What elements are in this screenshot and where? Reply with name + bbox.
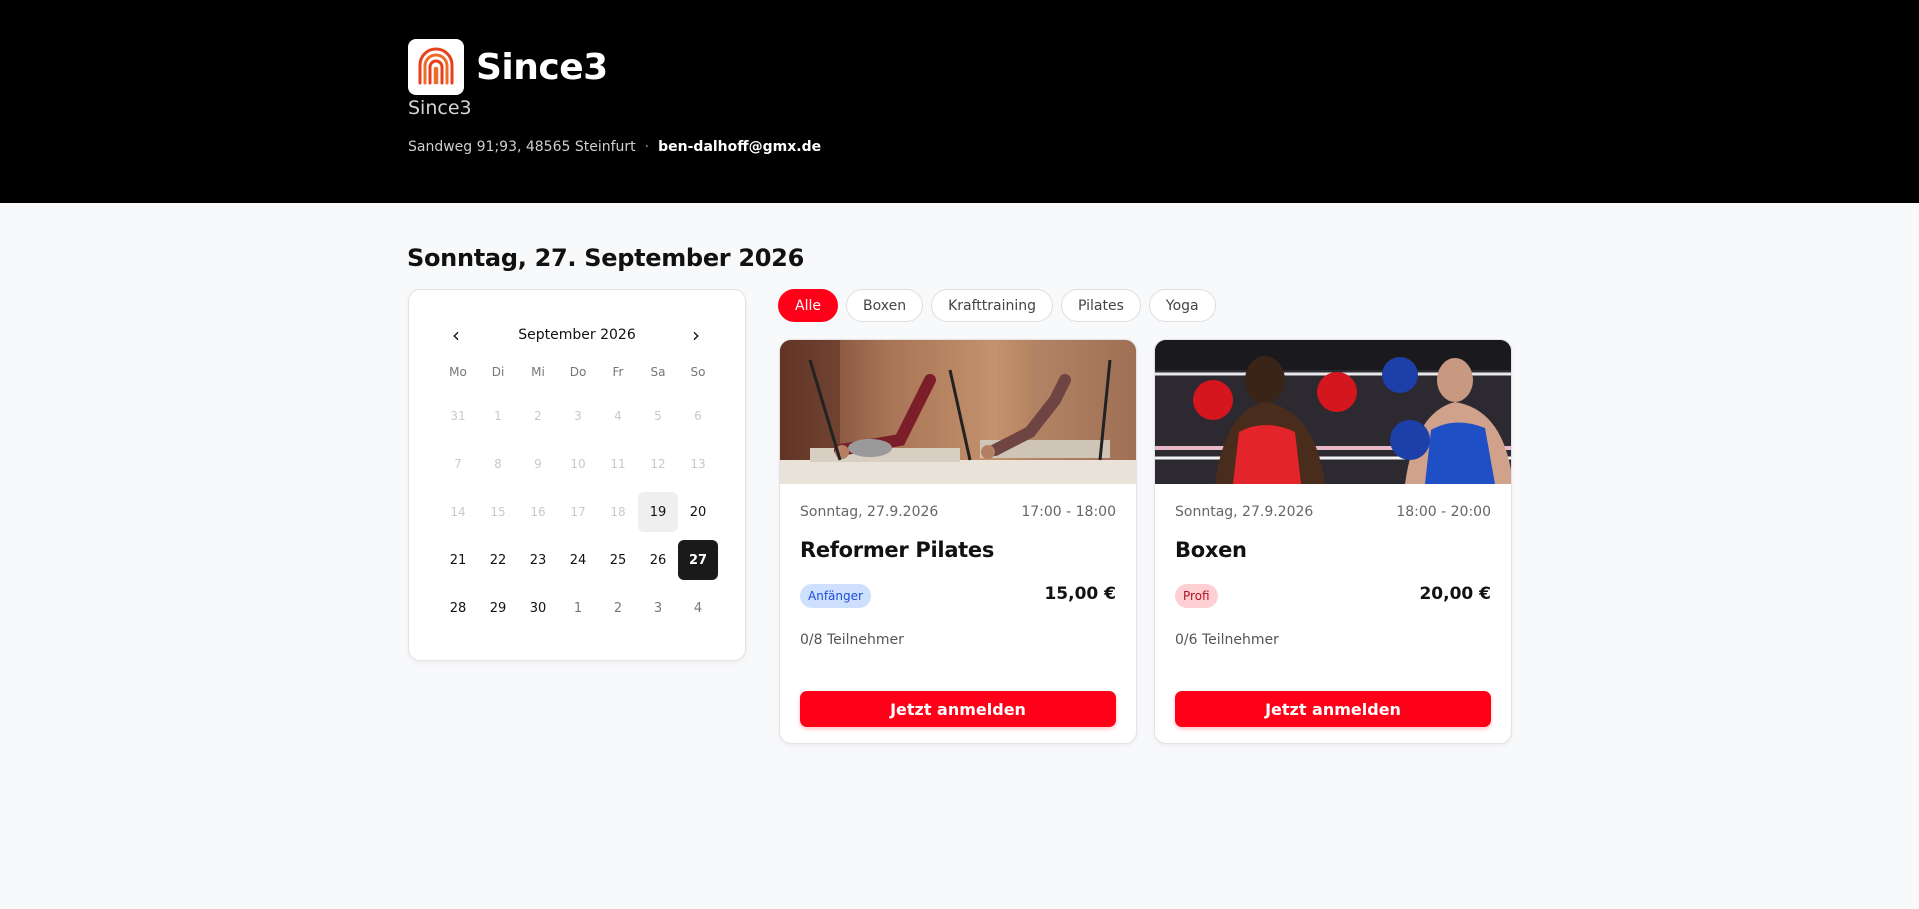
studio-contact: Sandweg 91;93, 48565 Steinfurt · ben-dal…	[408, 139, 821, 155]
pilates-class-photo	[780, 340, 1136, 484]
calendar-week-row: 31 1 2 3 4 5 6	[438, 392, 718, 440]
filter-chip-yoga[interactable]: Yoga	[1148, 289, 1216, 322]
studio-email-link[interactable]: ben-dalhoff@gmx.de	[658, 139, 821, 155]
calendar-day-disabled: 10	[570, 457, 586, 471]
calendar-day[interactable]: 24	[558, 540, 598, 580]
calendar-day-disabled: 7	[454, 457, 462, 471]
studio-subtitle: Since3	[408, 97, 472, 119]
course-time: 18:00 - 20:00	[1396, 504, 1491, 520]
calendar-day[interactable]: 26	[638, 540, 678, 580]
course-price: 20,00 €	[1419, 584, 1491, 604]
calendar-day-disabled: 11	[610, 457, 626, 471]
weekday-label: So	[690, 365, 706, 379]
weekday-label: Mo	[449, 365, 467, 379]
calendar-day[interactable]: 21	[438, 540, 478, 580]
filter-chip-krafttraining[interactable]: Krafttraining	[931, 289, 1054, 322]
calendar-day-disabled: 18	[610, 505, 626, 519]
calendar-day-disabled: 14	[450, 505, 466, 519]
calendar-day[interactable]: 29	[478, 588, 518, 628]
filter-chip-pilates[interactable]: Pilates	[1061, 289, 1141, 322]
calendar-day[interactable]: 20	[678, 492, 718, 532]
level-badge: Profi	[1175, 584, 1218, 608]
calendar-grid: Mo Di Mi Do Fr Sa So 31 1 2 3 4 5 6 7 8 …	[438, 363, 718, 632]
calendar-day-selected[interactable]: 27	[678, 540, 718, 580]
calendar-week-row: 7 8 9 10 11 12 13	[438, 440, 718, 488]
course-time: 17:00 - 18:00	[1021, 504, 1116, 520]
calendar-week-row: 21 22 23 24 25 26 27	[438, 536, 718, 584]
selected-date-title: Sonntag, 27. September 2026	[407, 244, 804, 272]
calendar-day-next-month[interactable]: 2	[598, 588, 638, 628]
weekday-label: Do	[569, 365, 587, 379]
course-card-boxen: Sonntag, 27.9.2026 18:00 - 20:00 Boxen P…	[1154, 339, 1512, 744]
course-date: Sonntag, 27.9.2026	[1175, 504, 1314, 520]
filter-chip-alle[interactable]: Alle	[778, 289, 838, 322]
studio-address: Sandweg 91;93, 48565 Steinfurt	[408, 139, 636, 155]
course-card-reformer-pilates: Sonntag, 27.9.2026 17:00 - 18:00 Reforme…	[779, 339, 1137, 744]
calendar-day-disabled: 4	[614, 409, 622, 423]
calendar-day-disabled: 5	[654, 409, 662, 423]
calendar-day[interactable]: 22	[478, 540, 518, 580]
course-title: Boxen	[1175, 538, 1247, 562]
studio-name: Since3	[476, 46, 608, 88]
calendar-day-disabled: 31	[450, 409, 466, 423]
register-button[interactable]: Jetzt anmelden	[800, 691, 1116, 727]
weekday-label: Sa	[650, 365, 666, 379]
contact-separator: ·	[644, 139, 650, 155]
calendar-day-disabled: 13	[690, 457, 706, 471]
weekday-label: Mi	[531, 365, 545, 379]
calendar-day-next-month[interactable]: 3	[638, 588, 678, 628]
calendar-day-disabled: 8	[494, 457, 502, 471]
calendar-day-disabled: 16	[530, 505, 546, 519]
calendar-day-disabled: 6	[694, 409, 702, 423]
calendar-day-disabled: 15	[490, 505, 506, 519]
weekday-label: Fr	[612, 365, 624, 379]
calendar-day-disabled: 2	[534, 409, 542, 423]
category-filter-bar: Alle Boxen Krafttraining Pilates Yoga	[778, 289, 1216, 322]
calendar-day-disabled: 1	[494, 409, 502, 423]
course-price: 15,00 €	[1044, 584, 1116, 604]
calendar-week-row: 14 15 16 17 18 19 20	[438, 488, 718, 536]
weekday-header-row: Mo Di Mi Do Fr Sa So	[438, 363, 718, 381]
calendar-day[interactable]: 23	[518, 540, 558, 580]
level-badge: Anfänger	[800, 584, 871, 608]
calendar-day[interactable]: 25	[598, 540, 638, 580]
calendar: ‹ September 2026 › Mo Di Mi Do Fr Sa So …	[408, 289, 746, 661]
calendar-day-disabled: 17	[570, 505, 586, 519]
calendar-next-month-button[interactable]: ›	[684, 325, 708, 346]
calendar-day-disabled: 9	[534, 457, 542, 471]
calendar-day-next-month[interactable]: 4	[678, 588, 718, 628]
course-date: Sonntag, 27.9.2026	[800, 504, 939, 520]
fingerprint-logo-icon	[408, 39, 464, 95]
participant-count: 0/8 Teilnehmer	[800, 632, 904, 648]
calendar-day-disabled: 12	[650, 457, 666, 471]
filter-chip-boxen[interactable]: Boxen	[845, 289, 924, 322]
calendar-day-today[interactable]: 19	[638, 492, 678, 532]
calendar-day[interactable]: 28	[438, 588, 478, 628]
weekday-label: Di	[491, 365, 505, 379]
participant-count: 0/6 Teilnehmer	[1175, 632, 1279, 648]
calendar-week-row: 28 29 30 1 2 3 4	[438, 584, 718, 632]
calendar-day[interactable]: 30	[518, 588, 558, 628]
register-button[interactable]: Jetzt anmelden	[1175, 691, 1491, 727]
boxing-class-photo	[1155, 340, 1511, 484]
studio-header: Since3 Since3 Sandweg 91;93, 48565 Stein…	[0, 0, 1919, 203]
calendar-day-next-month[interactable]: 1	[558, 588, 598, 628]
course-title: Reformer Pilates	[800, 538, 995, 562]
calendar-day-disabled: 3	[574, 409, 582, 423]
